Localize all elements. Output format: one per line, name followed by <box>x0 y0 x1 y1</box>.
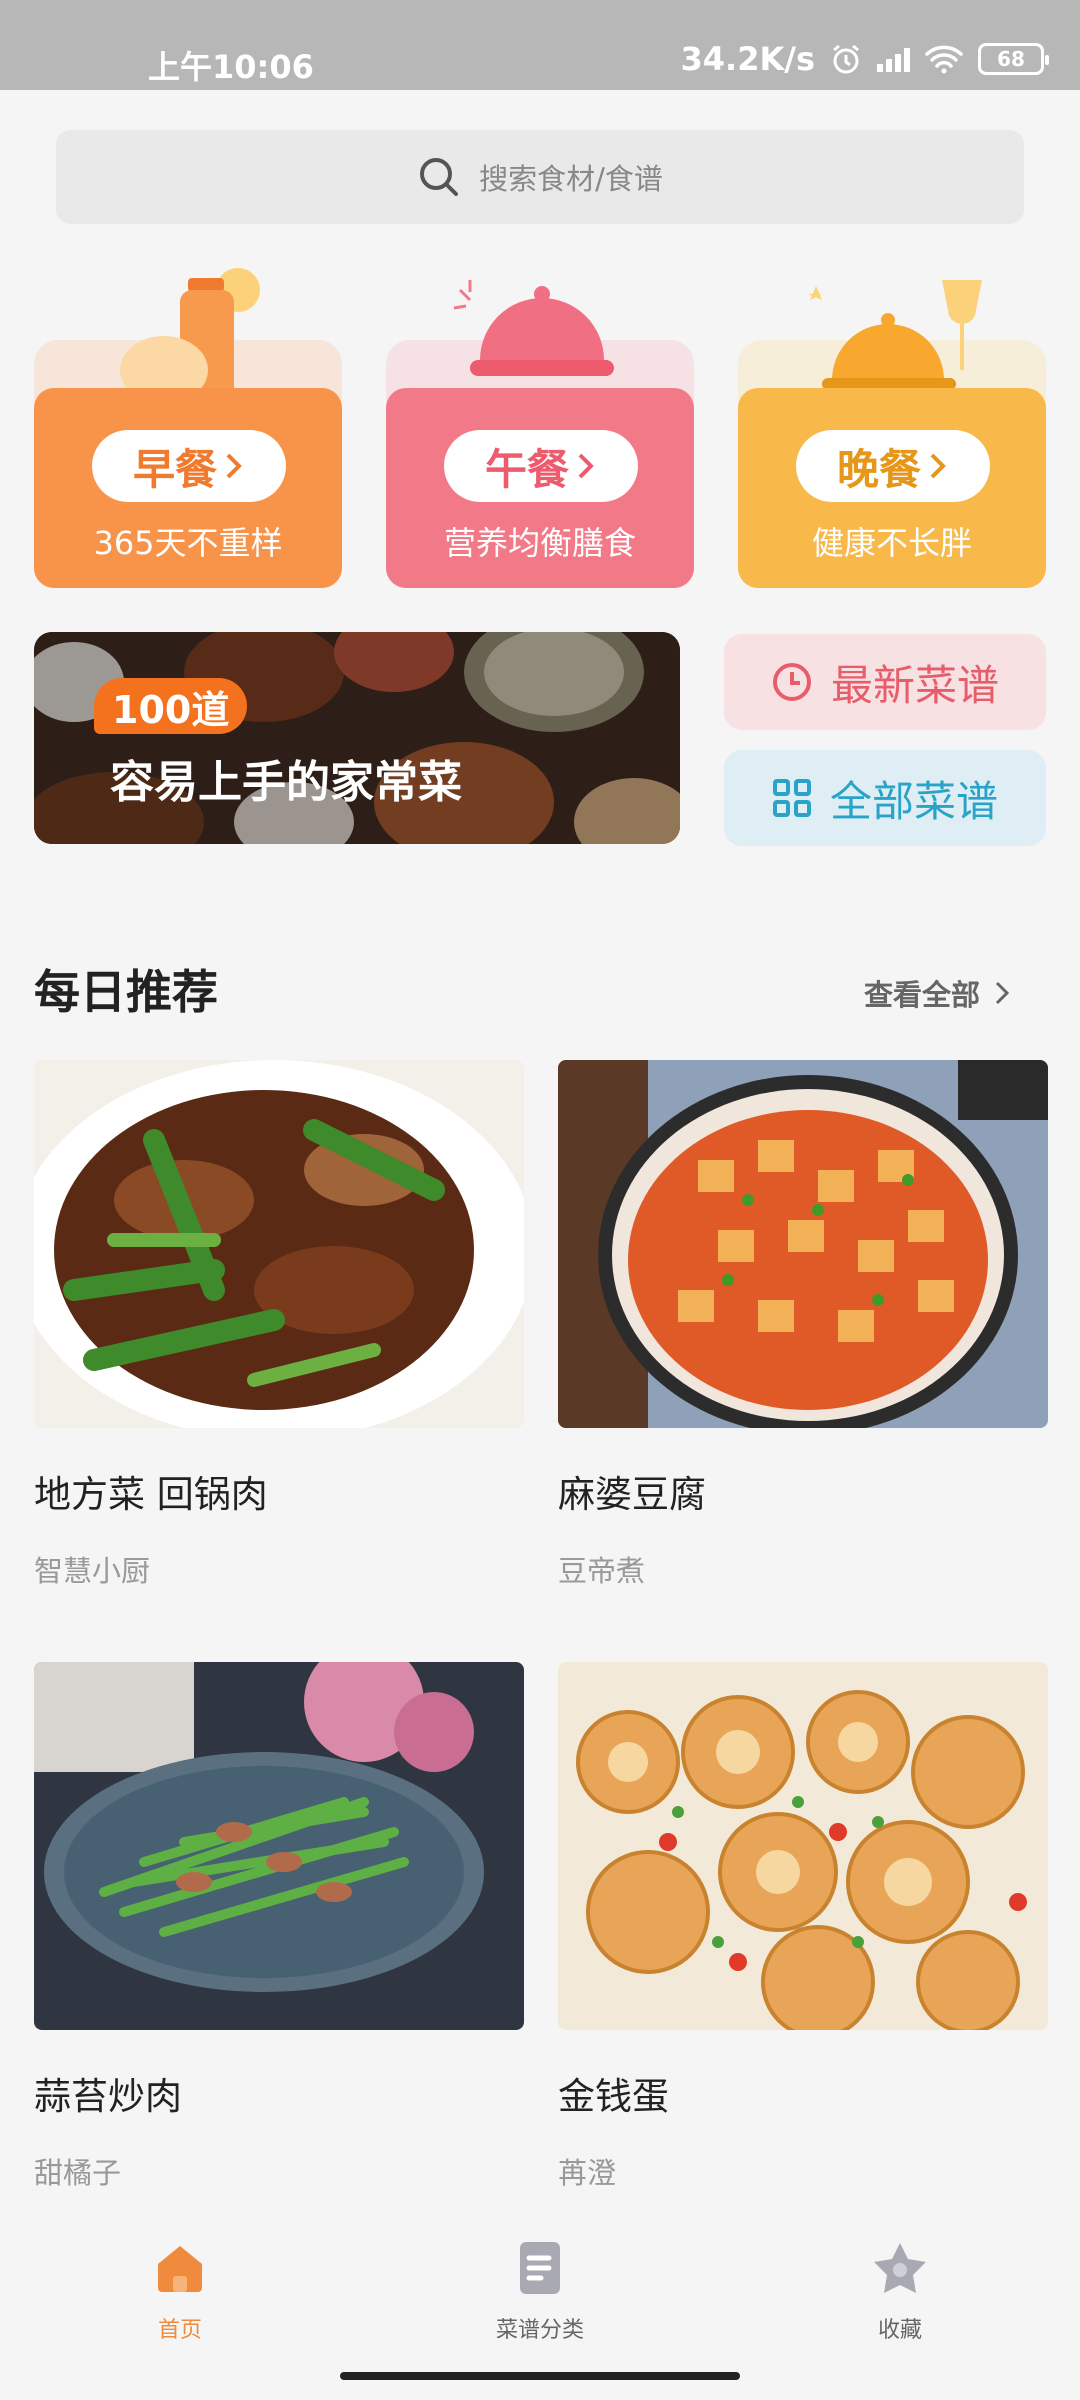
home-indicator <box>340 2372 740 2380</box>
wifi-icon <box>925 45 963 74</box>
home-icon <box>158 2246 202 2292</box>
meal-label: 早餐 <box>132 444 217 494</box>
tab-home[interactable]: 首页 <box>80 2240 280 2344</box>
recipe-author: 智慧小厨 <box>34 1554 151 1588</box>
meal-subtitle: 365天不重样 <box>93 524 283 562</box>
net-speed: 34.2K/s <box>680 40 815 78</box>
banner-photo <box>34 632 680 844</box>
recipe-author: 甜橘子 <box>34 2156 122 2190</box>
breakfast-icon <box>120 268 260 400</box>
recipe-card[interactable]: 麻婆豆腐 豆帝煮 <box>558 1060 1048 1590</box>
recipe-name: 地方菜 回锅肉 <box>34 1473 268 1516</box>
star-icon <box>874 2243 926 2293</box>
alarm-icon <box>833 44 859 74</box>
see-all-label: 查看全部 <box>863 978 980 1012</box>
meal-label: 午餐 <box>484 444 569 494</box>
search-icon <box>420 158 459 196</box>
meal-label-pill: 午餐 <box>444 430 638 502</box>
meal-label-pill: 早餐 <box>92 430 286 502</box>
tab-label: 菜谱分类 <box>495 2318 584 2343</box>
recipe-name: 麻婆豆腐 <box>558 1473 706 1516</box>
tab-label: 首页 <box>157 2318 202 2343</box>
chevron-right-icon <box>930 453 946 479</box>
status-time: 上午10:06 <box>148 48 314 86</box>
recipe-card[interactable]: 金钱蛋 苒澄 <box>558 1662 1048 2192</box>
recipe-author: 豆帝煮 <box>558 1554 646 1588</box>
section-title: 每日推荐 <box>34 965 218 1019</box>
dinner-cloche-icon <box>808 280 982 390</box>
recipe-book-icon <box>520 2242 560 2294</box>
chevron-right-icon <box>226 453 242 479</box>
banner-badge: 100道 <box>94 678 248 734</box>
meal-subtitle: 健康不长胖 <box>811 524 972 562</box>
see-all-link[interactable]: 查看全部 <box>864 972 1010 1014</box>
search-placeholder: 搜索食材/食谱 <box>479 162 663 196</box>
tab-categories[interactable]: 菜谱分类 <box>440 2240 640 2344</box>
banner-title: 容易上手的家常菜 <box>110 757 462 808</box>
recipe-photo <box>34 1060 524 1428</box>
recipe-author: 苒澄 <box>558 2156 617 2190</box>
meal-card-dinner[interactable]: 晚餐 健康不长胖 <box>738 250 1046 588</box>
chevron-right-icon <box>995 981 1010 1005</box>
meal-card-breakfast[interactable]: 早餐 365天不重样 <box>34 250 342 588</box>
home-dishes-banner[interactable]: 100道 容易上手的家常菜 <box>34 632 680 844</box>
recipe-name: 蒜苔炒肉 <box>34 2075 182 2118</box>
signal-icon <box>877 46 910 72</box>
lunch-cloche-icon <box>453 280 614 376</box>
all-recipes-button[interactable]: 全部菜谱 <box>724 750 1046 846</box>
clock-icon <box>772 663 811 701</box>
status-bar: 上午10:06 34.2K/s 68 <box>0 0 1080 90</box>
meal-subtitle: 营养均衡膳食 <box>443 524 636 562</box>
recipe-name: 金钱蛋 <box>558 2075 669 2118</box>
battery-level: 68 <box>997 47 1025 71</box>
meal-card-lunch[interactable]: 午餐 营养均衡膳食 <box>386 250 694 588</box>
recipe-photo <box>558 1662 1048 2030</box>
recipe-card[interactable]: 蒜苔炒肉 甜橘子 <box>34 1662 524 2192</box>
recipe-photo <box>34 1662 524 2030</box>
tab-favorites[interactable]: 收藏 <box>800 2240 1000 2344</box>
recipe-card[interactable]: 地方菜 回锅肉 智慧小厨 <box>34 1060 524 1590</box>
latest-recipes-button[interactable]: 最新菜谱 <box>724 634 1046 730</box>
tab-label: 收藏 <box>877 2318 922 2343</box>
search-bar[interactable]: 搜索食材/食谱 <box>56 130 1024 224</box>
meal-label-pill: 晚餐 <box>796 430 990 502</box>
meal-label: 晚餐 <box>836 444 921 494</box>
recipe-photo <box>558 1060 1048 1428</box>
status-right: 34.2K/s 68 <box>680 40 1049 78</box>
latest-recipes-label: 最新菜谱 <box>830 660 999 710</box>
grid-icon <box>772 779 811 817</box>
chevron-right-icon <box>578 453 594 479</box>
all-recipes-label: 全部菜谱 <box>829 776 998 826</box>
battery-icon: 68 <box>978 43 1049 75</box>
